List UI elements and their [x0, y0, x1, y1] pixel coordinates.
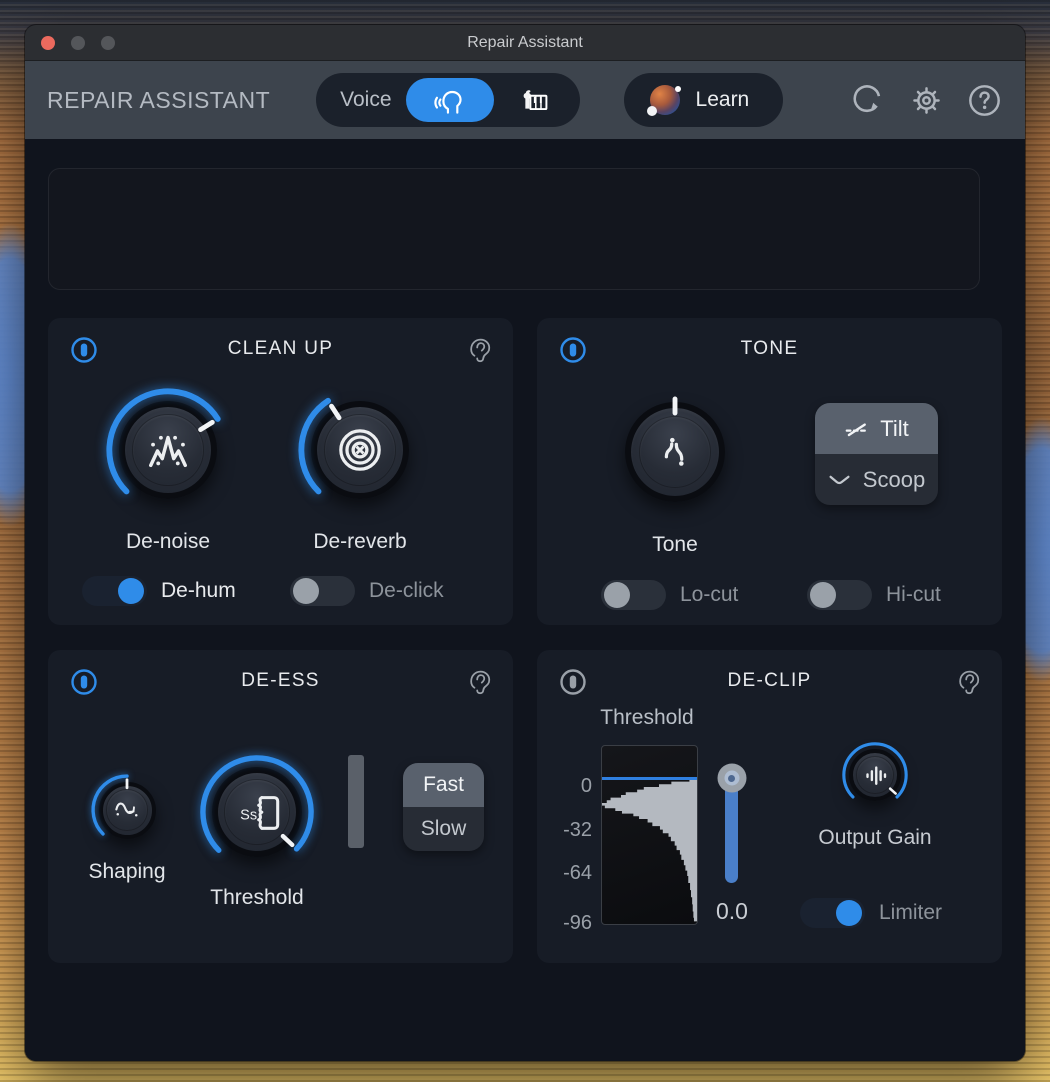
music-icon	[523, 90, 547, 111]
denoise-knob[interactable]	[104, 386, 232, 514]
declip-card: DE-CLIP Threshold 0 -32 -64 -96 0.0 Outp…	[537, 650, 1002, 963]
fast-option[interactable]: Fast	[403, 763, 484, 807]
tone-card: TONE Tone Tilt Scoop Lo-cut Hi-cut	[537, 318, 1002, 625]
deess-gain-meter	[348, 755, 364, 848]
main-area: CLEAN UP De-noise De-reverb De-hum De-cl…	[25, 139, 1025, 1061]
info-panel	[48, 168, 980, 290]
locut-toggle[interactable]	[601, 580, 666, 610]
hicut-label: Hi-cut	[886, 583, 941, 606]
output-gain-label: Output Gain	[818, 826, 932, 849]
mode-label: Voice	[340, 88, 392, 111]
histogram-shape	[602, 778, 697, 922]
axis-label-32: -32	[563, 819, 592, 841]
declip-threshold-label: Threshold	[600, 706, 694, 729]
slider-thumb[interactable]	[717, 763, 746, 793]
deess-card: DE-ESS Fast Slow Shaping Threshold	[48, 650, 513, 963]
tilt-scoop-selector: Tilt Scoop	[815, 403, 938, 505]
learn-sphere-icon	[646, 85, 681, 116]
dehum-toggle[interactable]	[82, 576, 147, 606]
output-gain-knob[interactable]	[841, 741, 909, 809]
help-icon	[968, 84, 1000, 116]
repair-assistant-window: Repair Assistant REPAIR ASSISTANT Voice …	[25, 25, 1025, 1061]
declip-listen-button[interactable]	[956, 667, 982, 697]
axis-label-0: 0	[580, 775, 592, 797]
mode-selector: Voice	[316, 73, 580, 127]
history-button[interactable]	[849, 81, 887, 119]
fast-slow-selector: Fast Slow	[403, 763, 484, 851]
threshold-line[interactable]	[602, 777, 697, 781]
hicut-toggle[interactable]	[807, 580, 872, 610]
axis-label-96: -96	[563, 912, 592, 934]
ear-icon	[470, 338, 491, 363]
tone-title: TONE	[740, 338, 799, 359]
title-bar: Repair Assistant	[25, 25, 1025, 61]
slow-option[interactable]: Slow	[403, 807, 484, 851]
voice-mode-button[interactable]	[405, 78, 494, 122]
declick-label: De-click	[369, 579, 444, 602]
declip-title: DE-CLIP	[727, 670, 812, 691]
scoop-option[interactable]: Scoop	[815, 454, 938, 505]
cleanup-listen-button[interactable]	[467, 335, 493, 365]
declip-threshold-slider[interactable]	[717, 763, 746, 883]
deess-listen-button[interactable]	[467, 667, 493, 697]
help-button[interactable]	[965, 81, 1003, 119]
limiter-label: Limiter	[879, 901, 943, 924]
axis-label-64: -64	[563, 862, 592, 884]
limiter-toggle[interactable]	[800, 898, 865, 928]
slider-value: 0.0	[716, 898, 748, 924]
shaping-label: Shaping	[88, 860, 166, 883]
ear-icon	[959, 670, 980, 695]
tilt-icon	[845, 422, 868, 436]
declip-histogram	[601, 745, 698, 925]
tilt-option[interactable]: Tilt	[815, 403, 938, 454]
dehum-label: De-hum	[161, 579, 236, 602]
denoise-label: De-noise	[125, 530, 211, 553]
header: REPAIR ASSISTANT Voice Learn	[25, 61, 1025, 139]
cleanup-card: CLEAN UP De-noise De-reverb De-hum De-cl…	[48, 318, 513, 625]
deess-threshold-label: Threshold	[210, 886, 304, 909]
voice-icon	[433, 90, 462, 114]
dereverb-knob[interactable]	[296, 386, 424, 514]
gear-icon	[912, 86, 940, 114]
tone-knob[interactable]	[610, 387, 740, 517]
deess-threshold-knob[interactable]	[198, 753, 316, 871]
settings-button[interactable]	[907, 81, 945, 119]
cleanup-title: CLEAN UP	[227, 338, 334, 359]
learn-button[interactable]: Learn	[623, 73, 784, 127]
history-icon	[853, 85, 881, 113]
declick-toggle[interactable]	[290, 576, 355, 606]
ear-icon	[470, 670, 491, 695]
deess-title: DE-ESS	[241, 670, 320, 691]
app-title: REPAIR ASSISTANT	[47, 86, 271, 113]
dereverb-label: De-reverb	[313, 530, 407, 553]
music-mode-button[interactable]	[508, 78, 560, 122]
learn-label: Learn	[695, 88, 750, 111]
tone-knob-label: Tone	[652, 533, 698, 556]
shaping-knob[interactable]	[90, 773, 164, 847]
window-title: Repair Assistant	[467, 33, 583, 51]
locut-label: Lo-cut	[680, 583, 739, 606]
scoop-icon	[829, 475, 850, 485]
